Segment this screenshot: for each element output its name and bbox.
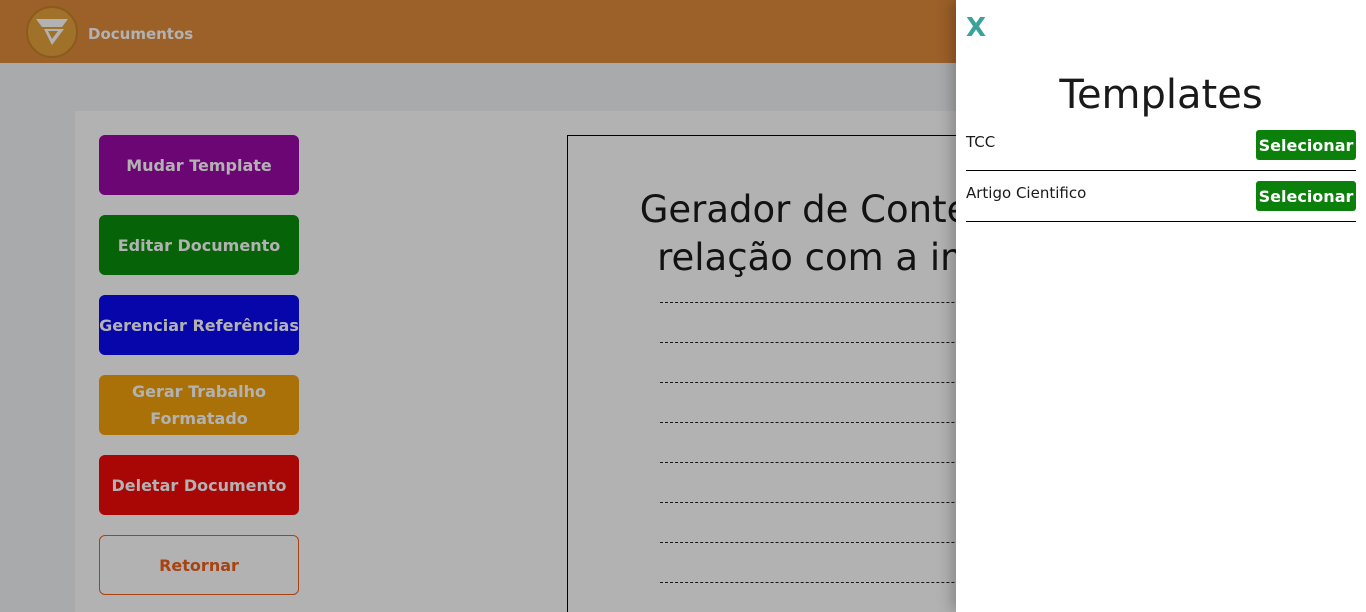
template-row-artigo: Artigo Cientifico Selecionar bbox=[966, 181, 1356, 222]
template-name: Artigo Cientifico bbox=[966, 184, 1087, 202]
select-template-button[interactable]: Selecionar bbox=[1256, 130, 1356, 160]
template-name: TCC bbox=[966, 133, 996, 151]
template-row-tcc: TCC Selecionar bbox=[966, 130, 1356, 171]
panel-title: Templates bbox=[1059, 72, 1263, 118]
close-icon[interactable]: X bbox=[966, 14, 986, 42]
select-template-button[interactable]: Selecionar bbox=[1256, 181, 1356, 211]
